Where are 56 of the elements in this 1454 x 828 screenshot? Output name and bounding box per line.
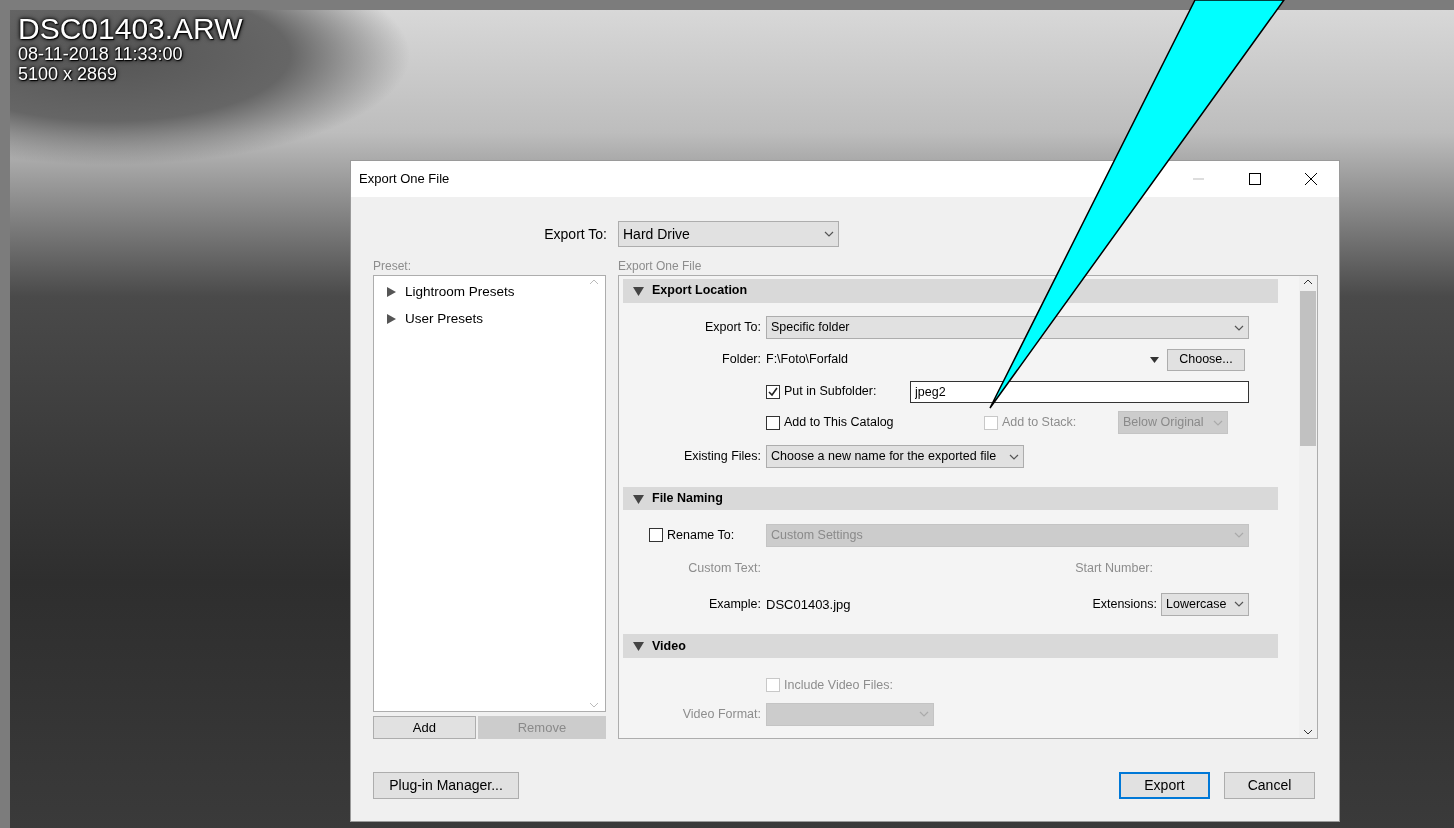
dialog-button[interactable]: Cancel (1224, 772, 1315, 799)
chevron-down-icon (919, 711, 929, 717)
example-filename: DSC01403.jpg (766, 595, 851, 614)
dropdown-arrow-icon[interactable] (1150, 356, 1159, 363)
subfolder-field[interactable]: jpeg2 (910, 380, 1249, 403)
chevron-down-icon (1009, 453, 1019, 460)
choose-button[interactable]: Choose... (1167, 348, 1245, 371)
triangle-icon (633, 493, 644, 504)
scroll-down-icon[interactable] (1303, 729, 1313, 735)
chevron-down-icon (1234, 324, 1244, 331)
triangle-icon (633, 641, 644, 652)
scrollbar-thumb[interactable] (1300, 291, 1316, 446)
export-to-select[interactable]: Specific folder (766, 316, 1249, 340)
field-label: Include Video Files: (784, 676, 893, 694)
preset-button[interactable]: Add (373, 716, 476, 739)
preset-item[interactable]: Lightroom Presets (386, 282, 589, 303)
panel-title: Export One File (618, 258, 703, 273)
triangle-icon (386, 314, 397, 325)
field-label: Add to This Catalog (784, 414, 895, 432)
existing-files-select[interactable]: Choose a new name for the exported file (766, 445, 1024, 469)
triangle-icon (386, 287, 397, 298)
folder-path: F:\Foto\Forfald (766, 351, 848, 369)
field-label: Folder: (721, 351, 761, 369)
photo-dimensions: 5100 x 2869 (18, 64, 119, 85)
chevron-down-icon (1213, 419, 1223, 426)
photo-datetime: 08-11-2018 11:33:00 (18, 45, 184, 65)
checkbox[interactable] (766, 415, 780, 430)
chevron-down-icon (1234, 601, 1244, 608)
field-label: Custom Text: (687, 559, 761, 577)
field-label: Start Number: (1075, 559, 1153, 577)
export-to-label: Export To: (543, 224, 607, 244)
field-label: Extensions: (1092, 595, 1157, 613)
export-to-select[interactable]: Hard Drive (618, 221, 839, 247)
preset-label: Preset: (373, 258, 412, 273)
triangle-icon (633, 285, 644, 296)
field-label: Video Format: (681, 705, 761, 723)
section-header[interactable]: Video (623, 634, 1278, 658)
field-label: Example: (707, 595, 761, 613)
scroll-up-icon[interactable] (1303, 279, 1313, 285)
plugin-manager-button[interactable]: Plug-in Manager... (373, 772, 519, 799)
field-label: Export To: (703, 319, 761, 337)
field-label: Put in Subfolder: (784, 383, 878, 401)
section-header[interactable]: File Naming (623, 486, 1278, 511)
checkbox[interactable] (766, 384, 780, 399)
extensions-select[interactable]: Lowercase (1161, 592, 1249, 616)
window-title: Export One File (359, 170, 450, 189)
field-label: Rename To: (667, 526, 735, 544)
dialog-button[interactable]: Export (1119, 772, 1210, 799)
field-label: Add to Stack: (1002, 414, 1078, 432)
chevron-down-icon (824, 231, 834, 237)
field-label: Existing Files: (682, 448, 761, 466)
video-format-select[interactable] (766, 702, 934, 726)
preset-item[interactable]: User Presets (386, 309, 589, 330)
chevron-down-icon (1234, 532, 1244, 539)
section-header[interactable]: Export Location (623, 279, 1278, 303)
photo-filename: DSC01403.ARW (18, 12, 243, 45)
